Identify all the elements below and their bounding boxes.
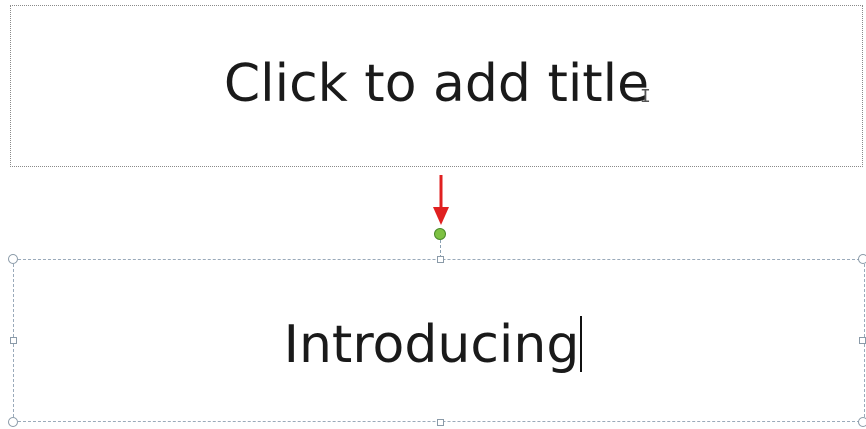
red-arrow-annotation-icon	[433, 175, 449, 225]
subtitle-text-line[interactable]: Introducing	[0, 316, 866, 372]
rotate-handle[interactable]	[434, 228, 446, 240]
resize-handle-top-left[interactable]	[8, 254, 18, 264]
subtitle-text: Introducing	[283, 315, 580, 375]
title-placeholder-text[interactable]: Click to add title	[11, 58, 862, 110]
text-cursor-icon: I	[640, 86, 651, 107]
resize-handle-bottom-right[interactable]	[858, 417, 866, 427]
resize-handle-top-right[interactable]	[858, 254, 866, 264]
title-placeholder[interactable]: Click to add title	[10, 5, 863, 167]
text-caret	[580, 316, 583, 372]
resize-handle-top[interactable]	[437, 256, 444, 263]
resize-handle-bottom[interactable]	[437, 419, 444, 426]
resize-handle-bottom-left[interactable]	[8, 417, 18, 427]
